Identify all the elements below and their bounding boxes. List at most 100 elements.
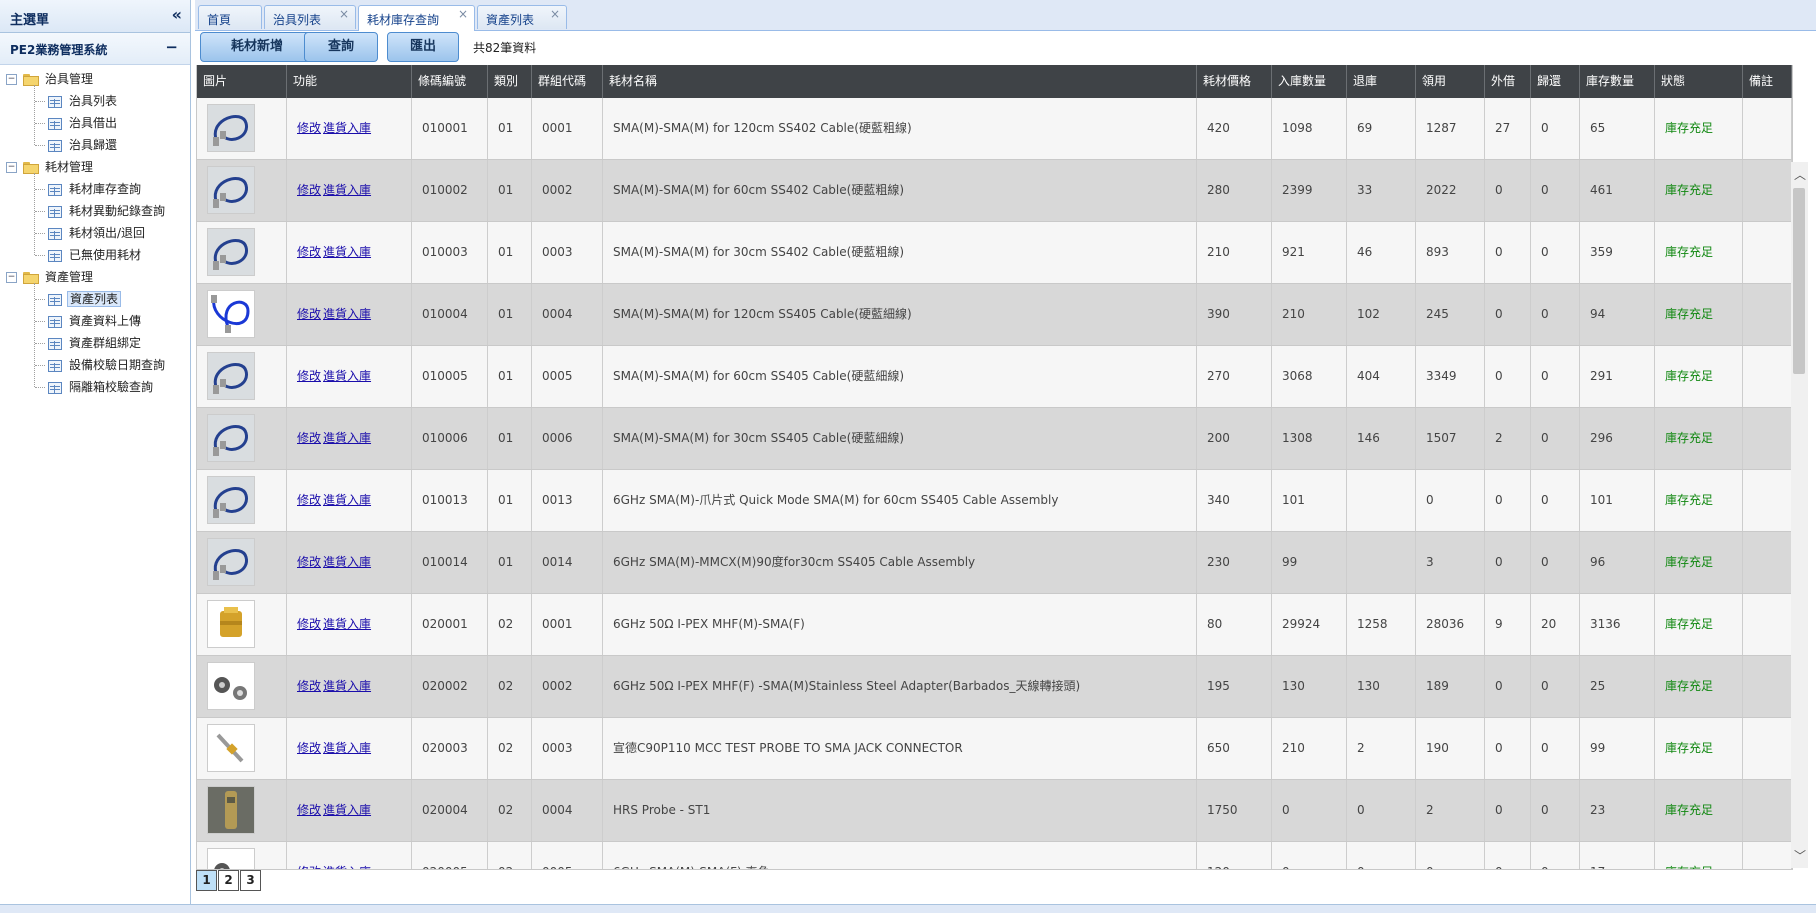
edit-link[interactable]: 修改 xyxy=(297,245,321,259)
panel-collapse-icon[interactable]: − xyxy=(165,38,178,56)
stock-in-link[interactable]: 進貨入庫 xyxy=(323,555,371,569)
stock-in-link[interactable]: 進貨入庫 xyxy=(323,307,371,321)
item-thumbnail[interactable] xyxy=(207,104,255,152)
tab-1[interactable]: 治具列表 × xyxy=(264,5,356,29)
column-header-6[interactable]: 耗材價格 xyxy=(1197,65,1272,98)
menu-item-0-2[interactable]: 治具歸還 xyxy=(48,135,119,155)
menu-item-2-2[interactable]: 資產群組綁定 xyxy=(48,333,143,353)
export-button[interactable]: 匯出 xyxy=(387,32,459,62)
column-header-13[interactable]: 狀態 xyxy=(1655,65,1743,98)
menu-item-2-1[interactable]: 資產資料上傳 xyxy=(48,311,143,331)
menu-item-2-0[interactable]: 資產列表 xyxy=(48,289,122,309)
table-row[interactable]: 修改 進貨入庫 010005 01 0005 SMA(M)-SMA(M) for 60cm… xyxy=(197,346,1792,408)
menu-item-2-3[interactable]: 設備校驗日期查詢 xyxy=(48,355,167,375)
table-row[interactable]: 修改 進貨入庫 010014 01 0014 6GHz SMA(M)-MMCX(M)90度… xyxy=(197,532,1792,594)
stock-in-link[interactable]: 進貨入庫 xyxy=(323,431,371,445)
tab-3[interactable]: 資產列表 × xyxy=(477,5,567,29)
vertical-scrollbar[interactable]: ︿ ﹀ xyxy=(1791,162,1808,868)
column-header-1[interactable]: 功能 xyxy=(287,65,412,98)
table-row[interactable]: 修改 進貨入庫 010001 01 0001 SMA(M)-SMA(M) for 120c… xyxy=(197,98,1792,160)
scrollbar-thumb[interactable] xyxy=(1793,188,1805,374)
table-row[interactable]: 修改 進貨入庫 010013 01 0013 6GHz SMA(M)-爪片式 Quick … xyxy=(197,470,1792,532)
column-header-7[interactable]: 入庫數量 xyxy=(1272,65,1347,98)
column-header-8[interactable]: 退庫 xyxy=(1347,65,1416,98)
close-tab-icon[interactable]: × xyxy=(458,7,468,21)
menu-item-2-4[interactable]: 隔離箱校驗查詢 xyxy=(48,377,155,397)
table-row[interactable]: 修改 進貨入庫 010006 01 0006 SMA(M)-SMA(M) for 30cm… xyxy=(197,408,1792,470)
column-header-5[interactable]: 耗材名稱 xyxy=(603,65,1197,98)
menu-group-0[interactable]: − 治具管理 xyxy=(6,69,95,89)
close-tab-icon[interactable]: × xyxy=(550,7,560,21)
table-row[interactable]: 修改 進貨入庫 020001 02 0001 6GHz 50Ω I-PEX MHF(M)-… xyxy=(197,594,1792,656)
edit-link[interactable]: 修改 xyxy=(297,183,321,197)
collapse-sidebar-icon[interactable]: « xyxy=(172,5,182,24)
column-header-11[interactable]: 歸還 xyxy=(1531,65,1580,98)
column-header-10[interactable]: 外借 xyxy=(1485,65,1531,98)
item-thumbnail[interactable] xyxy=(207,290,255,338)
table-row[interactable]: 修改 進貨入庫 020002 02 0002 6GHz 50Ω I-PEX MHF(F) … xyxy=(197,656,1792,718)
edit-link[interactable]: 修改 xyxy=(297,555,321,569)
stock-in-link[interactable]: 進貨入庫 xyxy=(323,803,371,817)
menu-item-1-3[interactable]: 已無使用耗材 xyxy=(48,245,143,265)
item-thumbnail[interactable] xyxy=(207,786,255,834)
item-thumbnail[interactable] xyxy=(207,166,255,214)
menu-item-1-2[interactable]: 耗材領出/退回 xyxy=(48,223,147,243)
table-row[interactable]: 修改進貨入庫0200050200056GHz SMA(M)-SMA(F) 直角1… xyxy=(197,842,1792,869)
scroll-down-icon[interactable]: ﹀ xyxy=(1794,847,1806,864)
expand-toggle-icon[interactable]: − xyxy=(6,272,17,283)
item-thumbnail[interactable] xyxy=(207,662,255,710)
page-button-3[interactable]: 3 xyxy=(240,870,261,891)
tab-0[interactable]: 首頁 xyxy=(198,5,262,29)
edit-link[interactable]: 修改 xyxy=(297,307,321,321)
expand-toggle-icon[interactable]: − xyxy=(6,162,17,173)
edit-link[interactable]: 修改 xyxy=(297,493,321,507)
table-row[interactable]: 修改 進貨入庫 020004 02 0004 HRS Probe - ST1 1750 0 0 2… xyxy=(197,780,1792,842)
item-thumbnail[interactable] xyxy=(207,848,255,869)
stock-in-link[interactable]: 進貨入庫 xyxy=(323,183,371,197)
edit-link[interactable]: 修改 xyxy=(297,431,321,445)
table-row[interactable]: 修改 進貨入庫 010004 01 0004 SMA(M)-SMA(M) for 120c… xyxy=(197,284,1792,346)
stock-in-link[interactable]: 進貨入庫 xyxy=(323,369,371,383)
stock-in-link[interactable]: 進貨入庫 xyxy=(323,617,371,631)
item-thumbnail[interactable] xyxy=(207,476,255,524)
edit-link[interactable]: 修改 xyxy=(297,865,321,869)
column-header-4[interactable]: 群組代碼 xyxy=(532,65,603,98)
page-button-1[interactable]: 1 xyxy=(196,870,217,891)
edit-link[interactable]: 修改 xyxy=(297,369,321,383)
column-header-9[interactable]: 領用 xyxy=(1416,65,1485,98)
item-thumbnail[interactable] xyxy=(207,538,255,586)
column-header-2[interactable]: 條碼編號 xyxy=(412,65,488,98)
menu-item-1-1[interactable]: 耗材異動紀錄查詢 xyxy=(48,201,167,221)
column-header-0[interactable]: 圖片 xyxy=(197,65,287,98)
stock-in-link[interactable]: 進貨入庫 xyxy=(323,121,371,135)
menu-item-0-1[interactable]: 治具借出 xyxy=(48,113,119,133)
item-thumbnail[interactable] xyxy=(207,600,255,648)
stock-in-link[interactable]: 進貨入庫 xyxy=(323,493,371,507)
add-consumable-button[interactable]: 耗材新增 xyxy=(200,32,314,62)
menu-group-2[interactable]: − 資產管理 xyxy=(6,267,95,287)
edit-link[interactable]: 修改 xyxy=(297,741,321,755)
menu-item-1-0[interactable]: 耗材庫存查詢 xyxy=(48,179,143,199)
column-header-14[interactable]: 備註 xyxy=(1743,65,1792,98)
stock-in-link[interactable]: 進貨入庫 xyxy=(323,865,371,869)
item-thumbnail[interactable] xyxy=(207,228,255,276)
close-tab-icon[interactable]: × xyxy=(339,7,349,21)
menu-group-1[interactable]: − 耗材管理 xyxy=(6,157,95,177)
column-header-12[interactable]: 庫存數量 xyxy=(1580,65,1655,98)
query-button[interactable]: 查詢 xyxy=(304,32,378,62)
system-panel-header[interactable]: PE2業務管理系統 − xyxy=(0,33,190,65)
item-thumbnail[interactable] xyxy=(207,352,255,400)
stock-in-link[interactable]: 進貨入庫 xyxy=(323,245,371,259)
page-button-2[interactable]: 2 xyxy=(218,870,239,891)
edit-link[interactable]: 修改 xyxy=(297,803,321,817)
edit-link[interactable]: 修改 xyxy=(297,121,321,135)
stock-in-link[interactable]: 進貨入庫 xyxy=(323,679,371,693)
stock-in-link[interactable]: 進貨入庫 xyxy=(323,741,371,755)
table-row[interactable]: 修改 進貨入庫 010002 01 0002 SMA(M)-SMA(M) for 60cm… xyxy=(197,160,1792,222)
expand-toggle-icon[interactable]: − xyxy=(6,74,17,85)
item-thumbnail[interactable] xyxy=(207,414,255,462)
menu-item-0-0[interactable]: 治具列表 xyxy=(48,91,119,111)
table-row[interactable]: 修改 進貨入庫 020003 02 0003 宣德C90P110 MCC TEST PRO… xyxy=(197,718,1792,780)
table-row[interactable]: 修改 進貨入庫 010003 01 0003 SMA(M)-SMA(M) for 30cm… xyxy=(197,222,1792,284)
scroll-up-icon[interactable]: ︿ xyxy=(1794,166,1806,183)
